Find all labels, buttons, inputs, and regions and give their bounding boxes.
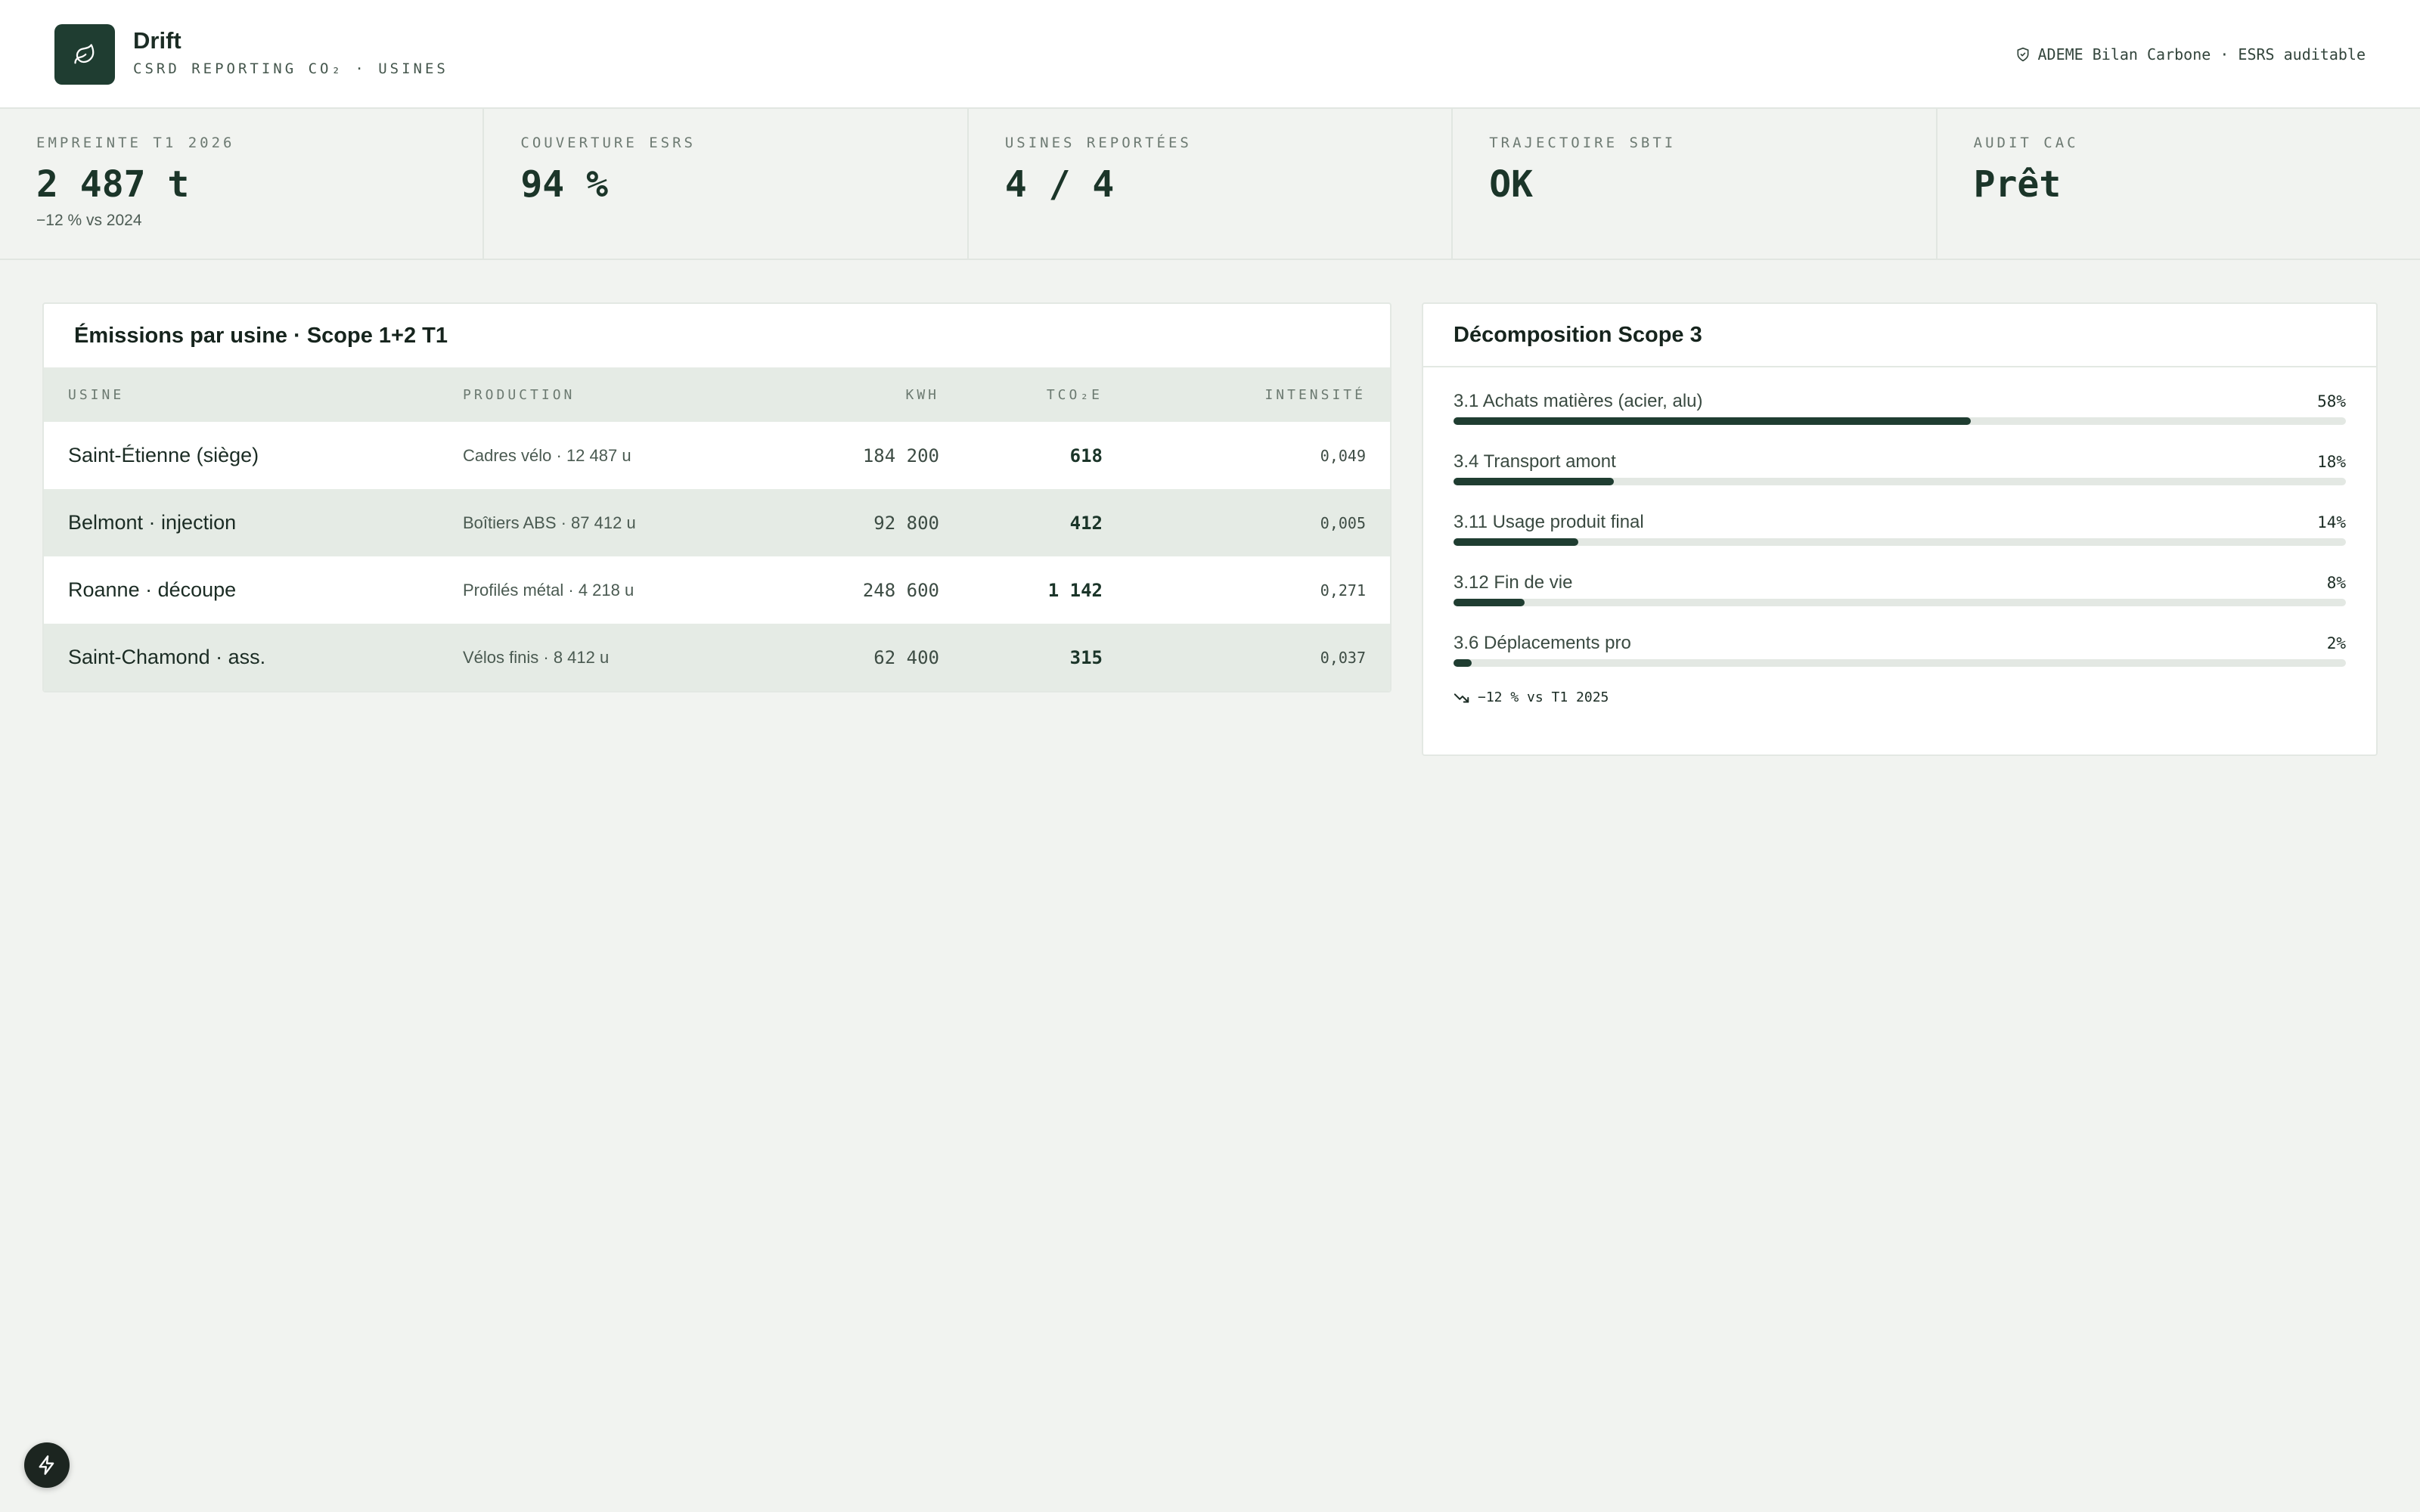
kpi-audit-cac: AUDIT CAC Prêt [1938,109,2420,259]
kpi-label: AUDIT CAC [1973,135,2079,151]
column-header-kwh[interactable]: KWH [786,367,963,422]
kpi-empreinte: EMPREINTE T1 2026 2 487 t −12 % vs 2024 [0,109,485,259]
emissions-title: Émissions par usine · Scope 1+2 T1 [74,323,448,348]
scope3-progress-track [1454,478,2346,485]
scope3-item: 3.4 Transport amont 18% [1454,446,2346,507]
kpi-strip: EMPREINTE T1 2026 2 487 t −12 % vs 2024 … [0,109,2420,260]
scope3-trend-text: −12 % vs T1 2025 [1478,689,1609,705]
table-row[interactable]: Roanne · découpe Profilés métal · 4 218 … [44,556,1390,624]
scope3-title: Décomposition Scope 3 [1423,304,2376,367]
emissions-card: Émissions par usine · Scope 1+2 T1 USINE… [42,302,1392,692]
app-header: Drift CSRD REPORTING CO₂ · USINES ADEME … [0,0,2420,109]
scope3-item-percent: 18% [2317,453,2346,471]
scope3-item: 3.12 Fin de vie 8% [1454,567,2346,627]
kpi-label: USINES REPORTÉES [1004,135,1192,151]
scope3-progress-fill [1454,659,1472,667]
scope3-progress-fill [1454,599,1525,606]
scope3-progress-track [1454,417,2346,425]
scope3-progress-fill [1454,538,1579,546]
scope3-item-label: 3.1 Achats matières (acier, alu) [1454,391,1703,411]
cell-tco2e: 1 142 [1047,579,1103,601]
scope3-progress-fill [1454,417,1972,425]
kpi-label: TRAJECTOIRE SBTI [1489,135,1677,151]
compliance-badge-text: ADEME Bilan Carbone · ESRS auditable [2037,45,2366,64]
app-logo[interactable] [54,24,115,85]
scope3-progress-fill [1454,478,1615,485]
scope3-item-percent: 2% [2326,634,2346,652]
cell-production: Profilés métal · 4 218 u [463,580,634,600]
shield-check-icon [2017,47,2029,62]
app-name: Drift [133,27,182,54]
scope3-item: 3.11 Usage produit final 14% [1454,507,2346,567]
trend-down-icon [1454,692,1469,703]
kpi-value: 94 % [520,163,608,206]
compliance-badge: ADEME Bilan Carbone · ESRS auditable [2015,42,2366,67]
cell-tco2e: 315 [1069,646,1103,668]
cell-usine: Belmont · injection [68,511,237,534]
scope3-progress-track [1454,659,2346,667]
kpi-value: Prêt [1973,163,2062,206]
bolt-icon [39,1455,54,1475]
cell-usine: Saint-Chamond · ass. [68,646,266,668]
scope3-item-percent: 14% [2317,513,2346,531]
scope3-item-percent: 58% [2317,392,2346,411]
cell-intensite: 0,005 [1320,513,1366,532]
cell-tco2e: 412 [1069,512,1103,534]
kpi-usines-reportees: USINES REPORTÉES 4 / 4 [969,109,1454,259]
cell-intensite: 0,049 [1320,446,1366,465]
cell-kwh: 248 600 [862,579,939,601]
cell-kwh: 62 400 [873,646,939,668]
cell-kwh: 184 200 [862,445,939,466]
kpi-label: EMPREINTE T1 2026 [36,135,235,151]
app-subtitle: CSRD REPORTING CO₂ · USINES [133,60,448,77]
table-header-row: USINE PRODUCTION KWH TCO₂E INTENSITÉ [44,367,1390,422]
table-row[interactable]: Belmont · injection Boîtiers ABS · 87 41… [44,489,1390,556]
scope3-progress-track [1454,599,2346,606]
scope3-item-label: 3.12 Fin de vie [1454,572,1573,593]
scope3-trend: −12 % vs T1 2025 [1454,689,2346,705]
cell-intensite: 0,271 [1320,581,1366,600]
kpi-value: 4 / 4 [1004,163,1115,206]
scope3-item-percent: 8% [2326,574,2346,592]
leaf-icon [74,44,95,64]
cell-kwh: 92 800 [873,512,939,534]
emissions-table: USINE PRODUCTION KWH TCO₂E INTENSITÉ Sai… [44,367,1390,691]
cell-production: Vélos finis · 8 412 u [463,647,610,667]
cell-usine: Roanne · découpe [68,578,237,601]
scope3-progress-track [1454,538,2346,546]
column-header-tco2e[interactable]: TCO₂E [963,367,1127,422]
table-row[interactable]: Saint-Chamond · ass. Vélos finis · 8 412… [44,624,1390,691]
kpi-couverture-esrs: COUVERTURE ESRS 94 % [484,109,969,259]
scope3-item-label: 3.6 Déplacements pro [1454,633,1631,653]
kpi-label: COUVERTURE ESRS [520,135,696,151]
table-row[interactable]: Saint-Étienne (siège) Cadres vélo · 12 4… [44,422,1390,489]
column-header-usine[interactable]: USINE [44,367,439,422]
column-header-production[interactable]: PRODUCTION [439,367,786,422]
kpi-value: OK [1489,163,1534,206]
column-header-intensite[interactable]: INTENSITÉ [1127,367,1390,422]
scope3-item-label: 3.11 Usage produit final [1454,512,1644,532]
quick-action-button[interactable] [24,1442,70,1488]
kpi-trajectoire-sbti: TRAJECTOIRE SBTI OK [1453,109,1938,259]
scope3-item-label: 3.4 Transport amont [1454,451,1616,472]
cell-production: Boîtiers ABS · 87 412 u [463,513,636,532]
kpi-sub: −12 % vs 2024 [36,212,142,229]
cell-usine: Saint-Étienne (siège) [68,444,259,466]
cell-tco2e: 618 [1069,445,1103,466]
scope3-item: 3.6 Déplacements pro 2% [1454,627,2346,688]
scope3-breakdown: 3.1 Achats matières (acier, alu) 58% 3.4… [1423,367,2376,705]
cell-intensite: 0,037 [1320,648,1366,667]
scope3-item: 3.1 Achats matières (acier, alu) 58% [1454,386,2346,446]
cell-production: Cadres vélo · 12 487 u [463,445,631,465]
scope3-card: Décomposition Scope 3 3.1 Achats matière… [1422,302,2378,756]
kpi-value: 2 487 t [36,163,190,206]
